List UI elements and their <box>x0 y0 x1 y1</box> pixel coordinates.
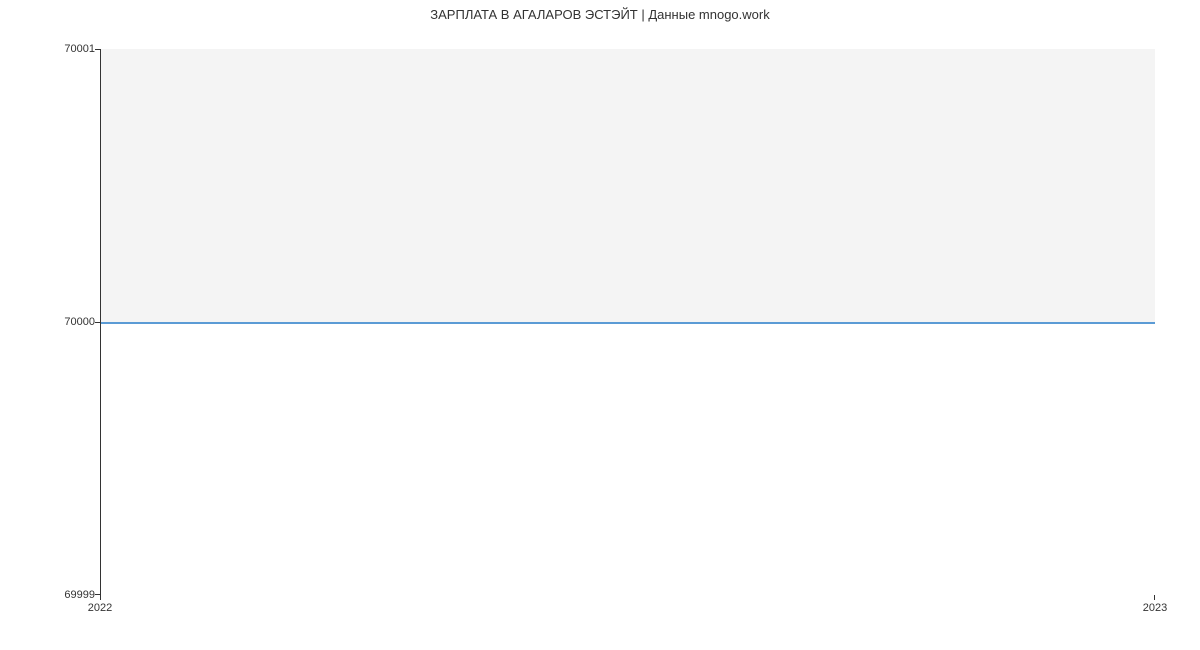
y-tick-label: 69999 <box>5 589 95 601</box>
chart-title: ЗАРПЛАТА В АГАЛАРОВ ЭСТЭЙТ | Данные mnog… <box>0 7 1200 22</box>
x-tick-mark <box>1154 595 1155 600</box>
plot-lower-background <box>101 323 1155 595</box>
y-tick-label: 70001 <box>5 43 95 55</box>
x-tick-label: 2022 <box>88 602 112 614</box>
data-line <box>101 322 1155 324</box>
chart-container: ЗАРПЛАТА В АГАЛАРОВ ЭСТЭЙТ | Данные mnog… <box>0 0 1200 650</box>
x-tick-mark <box>100 595 101 600</box>
plot-area <box>100 49 1155 595</box>
x-tick-label: 2023 <box>1143 602 1167 614</box>
y-tick-label: 70000 <box>5 316 95 328</box>
